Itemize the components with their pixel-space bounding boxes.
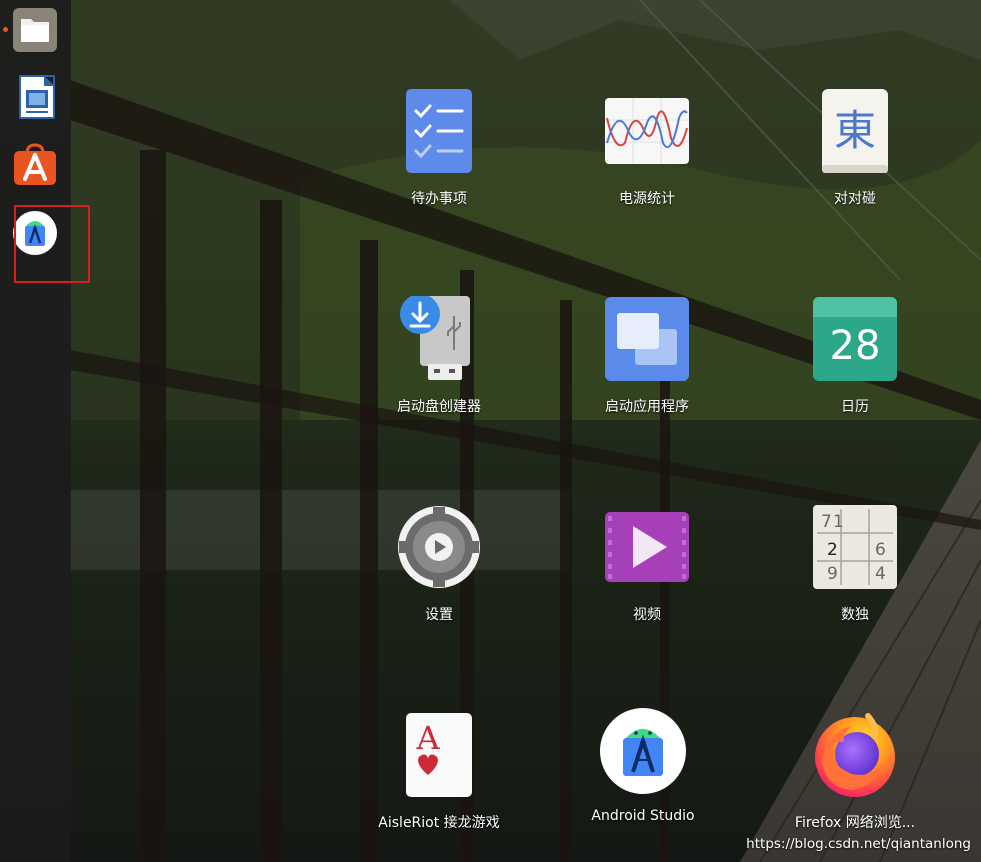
running-indicator: [3, 27, 8, 32]
sudoku-cell: 9: [827, 564, 838, 584]
app-videos[interactable]: 视频: [547, 504, 747, 634]
app-label: Android Studio: [591, 808, 695, 824]
writer-document-icon: [19, 75, 55, 119]
settings-gear-icon: [398, 506, 480, 588]
app-label: 电源统计: [619, 191, 675, 207]
app-label: 视频: [633, 607, 661, 623]
app-label: Firefox 网络浏览...: [794, 815, 916, 831]
playing-card-icon: A: [406, 713, 472, 797]
app-usb-creator[interactable]: 启动盘创建器: [339, 296, 539, 426]
todo-checklist-icon: [406, 89, 472, 173]
mahjongg-char: 東: [834, 106, 876, 155]
app-label: 数独: [841, 607, 869, 623]
app-label: 启动盘创建器: [397, 399, 481, 415]
dock: [0, 0, 71, 862]
video-play-icon: [605, 512, 689, 582]
calendar-day: 28: [830, 323, 881, 369]
app-sudoku[interactable]: 7 1 2 6 9 4 数独: [755, 504, 955, 634]
sudoku-cell: 7: [821, 512, 832, 532]
startup-apps-icon: [605, 297, 689, 381]
power-statistics-icon: [605, 98, 689, 164]
app-label: 待办事项: [411, 191, 467, 207]
dock-item-ubuntu-software[interactable]: [12, 141, 58, 187]
highlight-box: [14, 205, 90, 283]
dock-item-files[interactable]: [12, 7, 58, 53]
folder-icon: [13, 8, 57, 52]
watermark-text: https://blog.csdn.net/qiantanlong: [746, 836, 971, 852]
app-mahjongg[interactable]: 東 对对碰: [755, 88, 955, 218]
sudoku-cell: 4: [875, 564, 886, 584]
dock-item-libreoffice-writer[interactable]: [12, 74, 58, 120]
app-label: 对对碰: [834, 191, 876, 207]
mahjongg-tile-icon: 東: [822, 89, 888, 173]
app-label: 日历: [841, 399, 869, 415]
app-firefox[interactable]: Firefox 网络浏览...: [755, 712, 955, 842]
app-android-studio[interactable]: Android Studio: [543, 708, 743, 838]
app-label: 启动应用程序: [605, 399, 689, 415]
app-aisleriot[interactable]: A AisleRiot 接龙游戏: [339, 712, 539, 842]
app-label: AisleRiot 接龙游戏: [378, 815, 500, 831]
software-store-icon: [14, 143, 56, 185]
sudoku-cell: 6: [875, 540, 886, 560]
app-todo[interactable]: 待办事项: [339, 88, 539, 218]
app-settings[interactable]: 设置: [339, 504, 539, 634]
calendar-icon: 28: [813, 297, 897, 381]
app-calendar[interactable]: 28 日历: [755, 296, 955, 426]
sudoku-cell: 1: [833, 512, 844, 532]
firefox-icon: [815, 713, 895, 797]
app-startup-apps[interactable]: 启动应用程序: [547, 296, 747, 426]
card-rank: A: [415, 719, 440, 757]
usb-creator-icon: [400, 296, 470, 380]
app-power-statistics[interactable]: 电源统计: [547, 88, 747, 218]
sudoku-grid-icon: 7 1 2 6 9 4: [813, 505, 897, 589]
android-studio-icon: [600, 708, 686, 794]
sudoku-cell: 2: [827, 540, 838, 560]
app-label: 设置: [425, 607, 453, 623]
